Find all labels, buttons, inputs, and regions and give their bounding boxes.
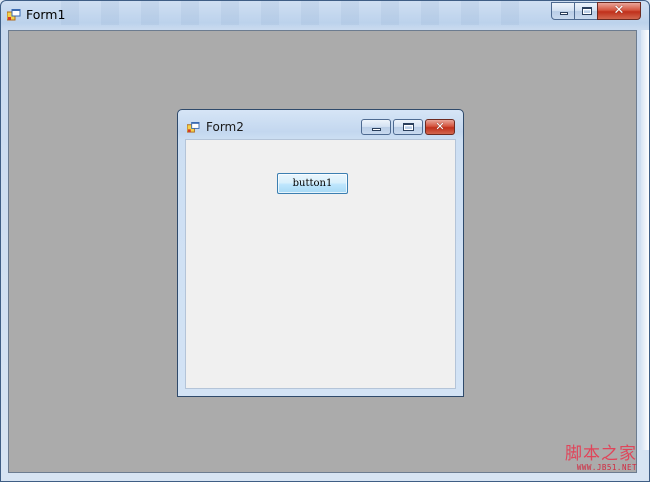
- minimize-icon: [372, 128, 381, 131]
- form2-client-area: button1: [185, 139, 456, 389]
- form1-window: Form1 ✕ Form2 ✕ button1 脚本之家 WWW.JB51.NE…: [0, 0, 650, 482]
- window-title: Form2: [206, 120, 244, 134]
- minimize-icon: [560, 12, 568, 15]
- app-icon: [7, 9, 21, 21]
- button1[interactable]: button1: [277, 173, 348, 194]
- maximize-icon: [582, 7, 592, 15]
- watermark-text: 脚本之家: [565, 443, 637, 464]
- minimize-button[interactable]: [361, 119, 391, 135]
- window-border-right: [641, 30, 649, 450]
- close-button[interactable]: ✕: [425, 119, 455, 135]
- titlebar-glass: [61, 1, 541, 25]
- maximize-button[interactable]: [393, 119, 423, 135]
- close-icon: ✕: [435, 120, 445, 133]
- watermark-url: WWW.JB51.NET: [576, 462, 637, 472]
- minimize-button[interactable]: [551, 2, 575, 20]
- caption-buttons: ✕: [551, 2, 641, 20]
- maximize-button[interactable]: [574, 2, 598, 20]
- window-title: Form1: [26, 7, 66, 22]
- close-icon: ✕: [613, 3, 625, 18]
- watermark: 脚本之家 WWW.JB51.NET: [565, 443, 637, 472]
- app-icon: [187, 122, 200, 133]
- form2-window[interactable]: Form2 ✕ button1: [177, 109, 464, 397]
- caption-buttons: ✕: [359, 119, 455, 135]
- close-button[interactable]: ✕: [597, 2, 641, 20]
- maximize-icon: [403, 123, 414, 131]
